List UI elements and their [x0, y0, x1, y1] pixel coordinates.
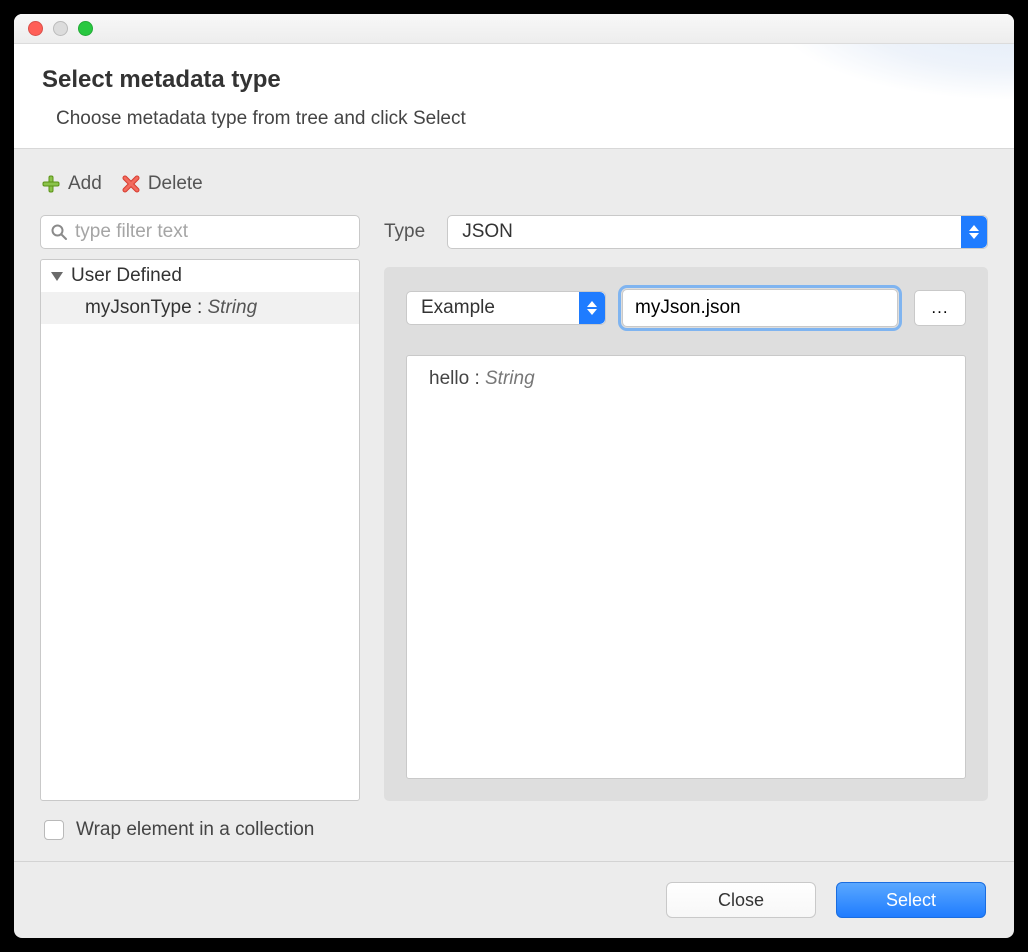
select-stepper-icon: [961, 216, 987, 248]
filter-input[interactable]: [40, 215, 360, 249]
browse-button[interactable]: ...: [914, 290, 966, 326]
wrap-checkbox[interactable]: [44, 820, 64, 840]
dialog-header: Select metadata type Choose metadata typ…: [14, 44, 1014, 149]
add-button[interactable]: Add: [40, 173, 102, 195]
delete-icon: [120, 173, 142, 195]
type-select[interactable]: JSON: [447, 215, 988, 249]
window-zoom-icon[interactable]: [78, 21, 93, 36]
toolbar: Add Delete: [40, 173, 988, 195]
dialog-window: Select metadata type Choose metadata typ…: [14, 14, 1014, 938]
plus-icon: [40, 173, 62, 195]
example-mode-value: Example: [421, 297, 495, 319]
wrap-label: Wrap element in a collection: [76, 819, 314, 841]
delete-button[interactable]: Delete: [120, 173, 203, 195]
add-button-label: Add: [68, 173, 102, 195]
window-close-icon[interactable]: [28, 21, 43, 36]
config-panel: Example ... hello : String: [384, 267, 988, 801]
metadata-tree[interactable]: User Defined myJsonType : String: [40, 259, 360, 801]
tree-item-name: myJsonType: [85, 297, 192, 318]
type-row: Type JSON: [384, 215, 988, 249]
tree-item-type: String: [208, 297, 258, 318]
dialog-subtitle: Choose metadata type from tree and click…: [56, 108, 986, 130]
filter-field-wrap: [40, 215, 360, 249]
main-area: User Defined myJsonType : String Type JS…: [40, 215, 988, 801]
type-select-value: JSON: [462, 221, 513, 243]
example-mode-select[interactable]: Example: [406, 291, 606, 325]
search-icon: [50, 223, 68, 241]
type-label: Type: [384, 221, 425, 243]
left-column: User Defined myJsonType : String: [40, 215, 360, 801]
schema-preview: hello : String: [406, 355, 966, 779]
select-stepper-icon: [579, 292, 605, 324]
dialog-body: Add Delete: [14, 149, 1014, 861]
example-file-input[interactable]: [622, 289, 898, 327]
preview-item-type: String: [485, 368, 535, 389]
preview-item: hello : String: [429, 368, 943, 390]
tree-group[interactable]: User Defined: [41, 260, 359, 292]
delete-button-label: Delete: [148, 173, 203, 195]
dialog-title: Select metadata type: [42, 66, 986, 94]
select-button[interactable]: Select: [836, 882, 986, 918]
close-button[interactable]: Close: [666, 882, 816, 918]
window-minimize-icon: [53, 21, 68, 36]
titlebar: [14, 14, 1014, 44]
tree-item[interactable]: myJsonType : String: [41, 292, 359, 324]
preview-item-name: hello: [429, 368, 469, 389]
example-row: Example ...: [406, 289, 966, 327]
tree-group-label: User Defined: [71, 265, 182, 287]
chevron-down-icon: [51, 272, 63, 281]
wrap-row: Wrap element in a collection: [40, 801, 988, 851]
dialog-footer: Close Select: [14, 861, 1014, 938]
right-column: Type JSON Example: [384, 215, 988, 801]
